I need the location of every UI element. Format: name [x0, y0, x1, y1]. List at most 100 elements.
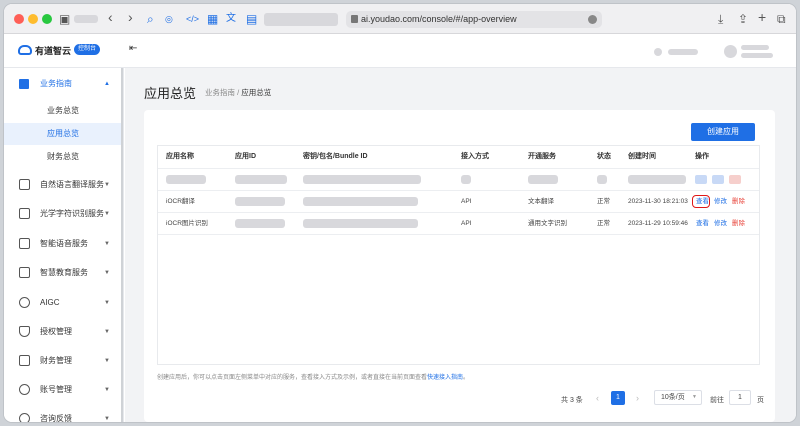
page-unit: 页	[757, 397, 764, 404]
access-method: API	[461, 220, 472, 227]
sidebar-item-voice[interactable]: 智能语音服务 ▼	[4, 233, 123, 255]
more-icon[interactable]	[588, 15, 597, 24]
sidebar-scrollbar[interactable]	[121, 68, 123, 422]
search-icon[interactable]: ⌕	[147, 11, 154, 27]
column-header: 创建时间	[628, 153, 656, 160]
sidebar-toggle-icon[interactable]: ▣	[59, 11, 70, 27]
site-info-icon[interactable]	[351, 15, 358, 23]
quick-start-link[interactable]: 快速接入指南	[427, 375, 463, 381]
address-bar[interactable]: ai.youdao.com/console/#/app-overview	[346, 11, 602, 28]
page-title: 应用总览	[144, 86, 197, 101]
access-method: API	[461, 198, 472, 205]
sidebar-item-authorization[interactable]: 授权管理 ▼	[4, 321, 123, 343]
code-icon[interactable]: </>	[186, 11, 199, 27]
column-header: 状态	[597, 153, 611, 160]
avatar[interactable]	[724, 45, 737, 58]
table-row: iOCR图片识别 API 通用文字识别 正常 2023-11-29 10:59:…	[158, 212, 759, 234]
app-list-card: 创建应用 应用名称 应用ID 密钥/包名/Bundle ID 接入方式 开通服务…	[144, 110, 775, 422]
redacted-cell	[461, 175, 471, 184]
tab-overview-icon[interactable]: ⧉	[777, 11, 786, 27]
service: 文本翻译	[528, 198, 554, 205]
footer-hint-end: 。	[463, 375, 470, 381]
qr-icon[interactable]: ▦	[207, 11, 218, 27]
sidebar-item-business-overview[interactable]: 业务总览	[4, 100, 122, 122]
create-app-button[interactable]: 创建应用	[691, 123, 755, 141]
redacted-cell	[303, 175, 421, 184]
chevron-down-icon: ▼	[104, 270, 110, 276]
profile-selector[interactable]	[74, 15, 98, 23]
redacted-cell	[235, 175, 287, 184]
delete-link[interactable]: 删除	[732, 213, 745, 235]
notification-icon[interactable]	[654, 48, 662, 56]
close-window-button[interactable]	[14, 14, 24, 24]
column-header: 操作	[695, 153, 709, 160]
sidebar-item-nlp-translation[interactable]: 自然语言翻译服务 ▼	[4, 174, 123, 196]
finance-icon	[19, 355, 30, 366]
feedback-icon	[19, 413, 30, 422]
edit-link[interactable]	[712, 175, 724, 184]
sidebar-item-feedback[interactable]: 咨询反馈 ▼	[4, 408, 123, 423]
sidebar-item-finance-overview[interactable]: 财务总览	[4, 146, 122, 168]
collapse-menu-icon[interactable]: ⇤	[129, 43, 137, 54]
app-table: 应用名称 应用ID 密钥/包名/Bundle ID 接入方式 开通服务 状态 创…	[157, 145, 760, 365]
sidebar-item-label: 智慧教育服务	[40, 268, 88, 277]
edit-link[interactable]: 修改	[714, 191, 727, 213]
logo-cloud-icon	[18, 45, 32, 55]
delete-link[interactable]: 删除	[732, 191, 745, 213]
sidebar-item-ocr[interactable]: 光学字符识别服务 ▼	[4, 203, 123, 225]
console-badge: 控制台	[74, 44, 101, 55]
page-size-select[interactable]: 10条/页 ▼	[654, 390, 702, 405]
sidebar-item-app-overview[interactable]: 应用总览	[4, 123, 122, 145]
status: 正常	[597, 198, 610, 205]
share-icon[interactable]: ⇪	[738, 11, 748, 27]
chevron-down-icon: ▼	[104, 211, 110, 217]
breadcrumb-parent[interactable]: 业务指南	[205, 88, 235, 97]
extension-icon[interactable]: ◎	[165, 11, 173, 27]
translation-icon	[19, 179, 30, 190]
minimize-window-button[interactable]	[28, 14, 38, 24]
tab-icon[interactable]: ▤	[246, 11, 257, 27]
sidebar-item-education[interactable]: 智慧教育服务 ▼	[4, 262, 123, 284]
sidebar-item-finance[interactable]: 财务管理 ▼	[4, 350, 123, 372]
forward-icon[interactable]: ›	[128, 9, 133, 25]
chevron-down-icon: ▼	[104, 416, 110, 422]
sidebar-item-label: 自然语言翻译服务	[40, 180, 104, 189]
user-name[interactable]	[741, 45, 769, 50]
chevron-down-icon: ▼	[104, 387, 110, 393]
prev-page-button[interactable]: ‹	[596, 393, 599, 403]
back-icon[interactable]: ‹	[108, 9, 113, 25]
view-link[interactable]: 查看	[696, 191, 709, 213]
new-tab-icon[interactable]: +	[758, 9, 766, 25]
grid-icon	[19, 79, 29, 89]
redacted-cell	[166, 175, 206, 184]
page-1-button[interactable]: 1	[611, 391, 625, 405]
view-link[interactable]: 查看	[696, 213, 709, 235]
breadcrumb-current: 应用总览	[241, 88, 272, 97]
download-icon[interactable]: ⤓	[718, 11, 723, 27]
goto-page-input[interactable]: 1	[729, 390, 751, 405]
sidebar-item-account[interactable]: 账号管理 ▼	[4, 379, 123, 401]
sidebar-item-aigc[interactable]: AIGC ▼	[4, 292, 123, 314]
breadcrumb: 业务指南 / 应用总览	[205, 87, 271, 98]
header-link[interactable]	[668, 49, 698, 55]
table-row	[158, 168, 759, 190]
column-header: 接入方式	[461, 153, 489, 160]
sidebar-item-label: 光学字符识别服务	[40, 209, 104, 218]
browser-tab[interactable]	[264, 13, 338, 26]
view-link[interactable]	[695, 175, 707, 184]
edit-link[interactable]: 修改	[714, 213, 727, 235]
chevron-down-icon: ▼	[104, 241, 110, 247]
brand-name: 有道智云	[35, 46, 72, 56]
delete-link[interactable]	[729, 175, 741, 184]
sidebar-section-label: 业务指南	[40, 79, 72, 88]
browser-window: ▣ ‹ › ⌕ ◎ </> ▦ 文 ▤ ai.youdao.com/consol…	[3, 3, 797, 423]
translate-icon[interactable]: 文	[226, 11, 236, 27]
aigc-icon	[19, 297, 30, 308]
zoom-window-button[interactable]	[42, 14, 52, 24]
user-account	[741, 53, 773, 58]
sidebar-item-label: 智能语音服务	[40, 239, 88, 248]
sidebar-item-label: 咨询反馈	[40, 414, 72, 423]
table-divider	[158, 234, 759, 235]
next-page-button[interactable]: ›	[636, 393, 639, 403]
sidebar-section-business-guide[interactable]: 业务指南 ▲	[4, 73, 123, 95]
